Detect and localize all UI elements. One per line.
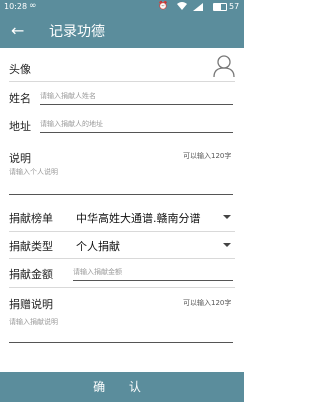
ranking-label: 捐献榜单 — [9, 212, 53, 225]
description-label: 说明 — [9, 152, 31, 165]
address-label: 地址 — [9, 120, 31, 133]
infinity-icon: ∞ — [29, 1, 37, 11]
donation-note-textarea[interactable]: 请输入捐献说明 — [9, 317, 233, 343]
battery-percent: 57 — [229, 2, 240, 11]
divider-amount — [9, 287, 235, 288]
app-bar: ← 记录功德 — [0, 15, 244, 48]
address-input[interactable]: 请输入捐献人的地址 — [40, 119, 233, 133]
avatar-icon[interactable] — [213, 54, 235, 78]
name-input[interactable]: 请输入捐献人姓名 — [40, 91, 233, 105]
divider-avatar — [9, 81, 235, 82]
donation-note-label: 捐赠说明 — [9, 298, 53, 311]
amount-input[interactable]: 请输入捐献金额 — [73, 267, 233, 281]
alarm-icon: ⏰ — [158, 1, 168, 10]
description-textarea[interactable]: 请输入个人说明 — [9, 167, 233, 195]
signal-icon — [193, 3, 203, 11]
status-time: 10:28 — [4, 2, 28, 11]
page-title: 记录功德 — [49, 24, 105, 40]
confirm-button[interactable]: 确 认 — [0, 372, 244, 402]
back-arrow-icon[interactable]: ← — [11, 21, 24, 41]
ranking-select[interactable]: 中华高姓大通谱.赣南分谱 — [76, 210, 201, 226]
ranking-dropdown-arrow-icon[interactable] — [223, 215, 231, 219]
description-hint: 可以输入120字 — [183, 152, 232, 160]
divider-type — [9, 258, 235, 259]
amount-label: 捐献金额 — [9, 268, 53, 281]
divider-ranking — [9, 231, 235, 232]
avatar-label: 头像 — [9, 63, 31, 76]
type-dropdown-arrow-icon[interactable] — [223, 243, 231, 247]
donation-note-placeholder: 请输入捐献说明 — [9, 318, 58, 326]
donation-note-hint: 可以输入120字 — [183, 299, 232, 307]
name-label: 姓名 — [9, 92, 31, 105]
status-bar: 10:28 ∞ ⏰ 57 — [0, 0, 244, 15]
wifi-icon — [176, 1, 188, 13]
type-label: 捐献类型 — [9, 240, 53, 253]
description-placeholder: 请输入个人说明 — [9, 168, 58, 176]
battery-icon — [213, 3, 227, 11]
type-select[interactable]: 个人捐献 — [76, 238, 120, 254]
